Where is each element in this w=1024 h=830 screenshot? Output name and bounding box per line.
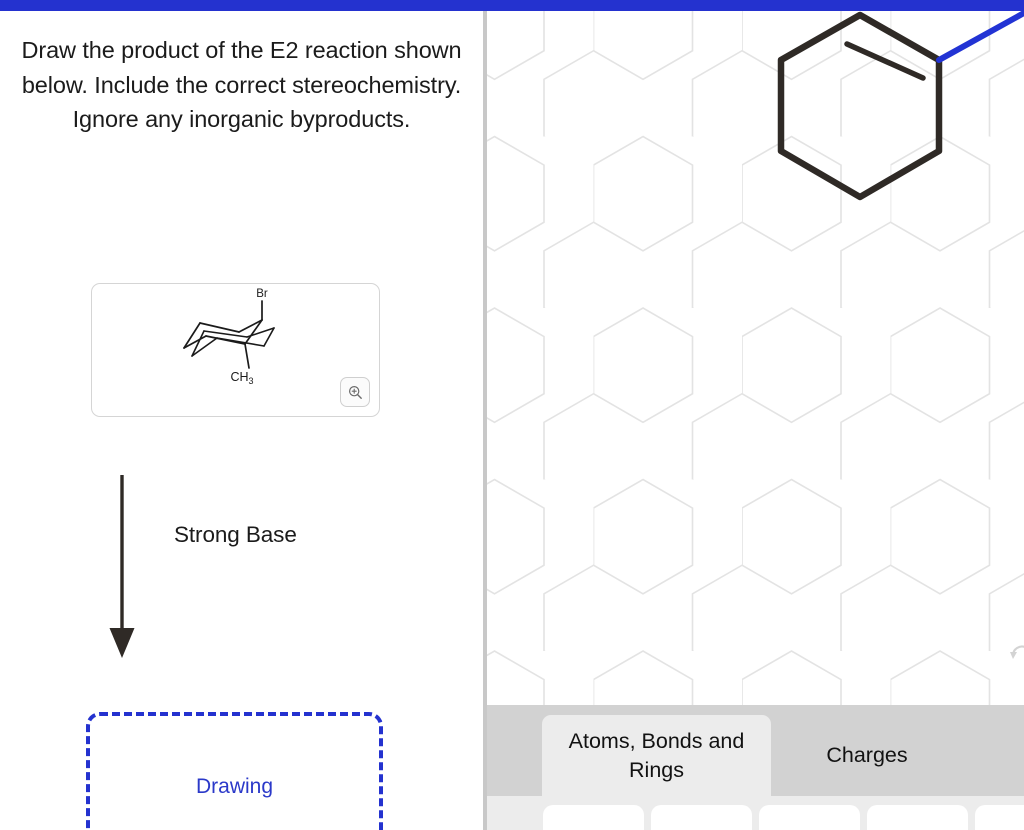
down-arrow-icon bbox=[109, 475, 135, 658]
question-panel: Draw the product of the E2 reaction show… bbox=[0, 11, 483, 830]
tab-charges[interactable]: Charges bbox=[772, 715, 962, 796]
tab-atoms-bonds-rings[interactable]: Atoms, Bonds and Rings bbox=[542, 715, 771, 796]
top-accent-bar bbox=[0, 0, 1024, 11]
cyclohexene-product-structure[interactable] bbox=[487, 11, 1024, 705]
magnifier-plus-icon bbox=[348, 385, 362, 399]
wedge-hash-bond-icon bbox=[867, 805, 968, 830]
app-root: Draw the product of the E2 reaction show… bbox=[0, 0, 1024, 830]
answer-drop-zone[interactable]: Drawing bbox=[86, 712, 383, 830]
methyl-label: CH3 bbox=[230, 370, 253, 386]
bromine-label: Br bbox=[256, 288, 268, 300]
reactant-structure-box[interactable]: Br CH3 bbox=[91, 283, 380, 417]
carbon-atom-icon: H bbox=[543, 805, 644, 830]
double-bond-inner-line bbox=[844, 41, 926, 81]
oxygen-atom-icon: O bbox=[759, 805, 860, 830]
tool-carbon-button[interactable]: H bbox=[543, 805, 644, 830]
tool-oxygen-button[interactable]: O bbox=[759, 805, 860, 830]
question-prompt: Draw the product of the E2 reaction show… bbox=[21, 37, 462, 132]
undo-icon[interactable] bbox=[1007, 643, 1024, 669]
cyclohexane-chair-structure: Br CH3 bbox=[181, 288, 297, 386]
ring-template-icon bbox=[975, 805, 1024, 830]
editor-tab-strip: Atoms, Bonds and Rings Charges bbox=[487, 705, 1024, 796]
reaction-arrow bbox=[100, 473, 146, 668]
six-membered-ring[interactable] bbox=[777, 11, 943, 201]
zoom-in-button[interactable] bbox=[340, 377, 370, 407]
tool-bond-stereo-button[interactable] bbox=[867, 805, 968, 830]
editor-tool-row: H N O bbox=[487, 796, 1024, 830]
tool-nitrogen-button[interactable]: N bbox=[651, 805, 752, 830]
answer-zone-label: Drawing bbox=[195, 775, 274, 798]
exocyclic-bond-highlight[interactable] bbox=[936, 11, 1024, 63]
tool-ring-button[interactable] bbox=[975, 805, 1024, 830]
nitrogen-atom-icon: N bbox=[651, 805, 752, 830]
reaction-condition-label: Strong Base bbox=[174, 522, 297, 547]
structure-editor-panel: Atoms, Bonds and Rings Charges H N O bbox=[487, 11, 1024, 830]
